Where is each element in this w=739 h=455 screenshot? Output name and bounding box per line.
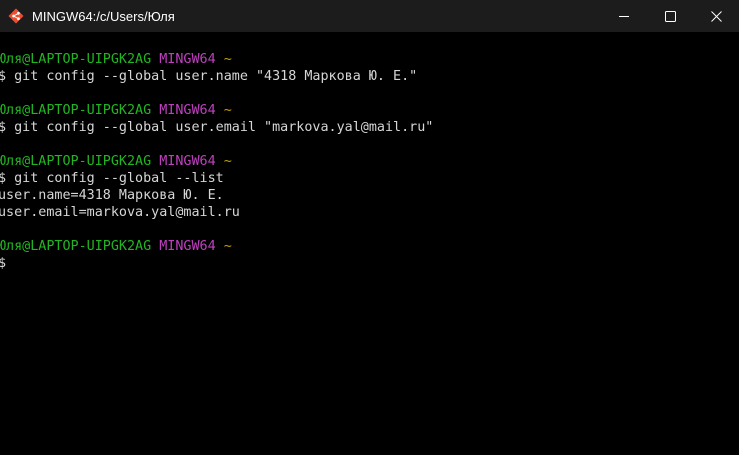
prompt-user-host: Юля@LAPTOP-UIPGK2AG [0,52,152,67]
minimize-button[interactable] [601,0,647,32]
prompt-user-host: Юля@LAPTOP-UIPGK2AG [0,239,152,254]
prompt-path: ~ [223,154,232,169]
output-line: user.email=markova.yal@mail.ru [0,205,240,220]
prompt-path: ~ [223,52,232,67]
title-bar[interactable]: MINGW64:/c/Users/Юля [0,0,739,32]
close-button[interactable] [693,0,739,32]
prompt-path: ~ [223,239,232,254]
prompt-shell: MINGW64 [159,103,216,118]
prompt-user-host: Юля@LAPTOP-UIPGK2AG [0,103,152,118]
terminal-output[interactable]: Юля@LAPTOP-UIPGK2AG MINGW64 ~ $ git conf… [0,32,733,455]
scrollbar[interactable] [733,32,739,455]
maximize-button[interactable] [647,0,693,32]
command-line: $ git config --global user.email "markov… [0,120,434,135]
command-line: $ git config --global --list [0,171,224,186]
command-block: Юля@LAPTOP-UIPGK2AG MINGW64 ~ $ [0,238,733,272]
window-controls [601,0,739,32]
prompt-user-host: Юля@LAPTOP-UIPGK2AG [0,154,152,169]
git-bash-icon [8,8,24,24]
command-block: Юля@LAPTOP-UIPGK2AG MINGW64 ~ $ git conf… [0,102,733,153]
command-block: Юля@LAPTOP-UIPGK2AG MINGW64 ~ $ git conf… [0,153,733,238]
output-line: user.name=4318 Маркова Ю. Е. [0,188,224,203]
terminal-window: MINGW64:/c/Users/Юля Юля@LAPTOP-UIPGK2AG… [0,0,739,455]
prompt-shell: MINGW64 [159,52,216,67]
window-title: MINGW64:/c/Users/Юля [32,8,175,24]
command-prompt-current[interactable]: $ [0,255,733,272]
prompt-line: Юля@LAPTOP-UIPGK2AG MINGW64 ~ [0,51,733,68]
prompt-line: Юля@LAPTOP-UIPGK2AG MINGW64 ~ [0,153,733,170]
prompt-shell: MINGW64 [159,239,216,254]
command-line: $ git config --global user.name "4318 Ма… [0,69,418,84]
maximize-icon [664,10,676,22]
command-block: Юля@LAPTOP-UIPGK2AG MINGW64 ~ $ git conf… [0,51,733,102]
prompt-shell: MINGW64 [159,154,216,169]
minimize-icon [619,16,629,17]
close-icon [710,10,722,22]
prompt-line: Юля@LAPTOP-UIPGK2AG MINGW64 ~ [0,102,733,119]
prompt-line: Юля@LAPTOP-UIPGK2AG MINGW64 ~ [0,238,733,255]
prompt-path: ~ [223,103,232,118]
